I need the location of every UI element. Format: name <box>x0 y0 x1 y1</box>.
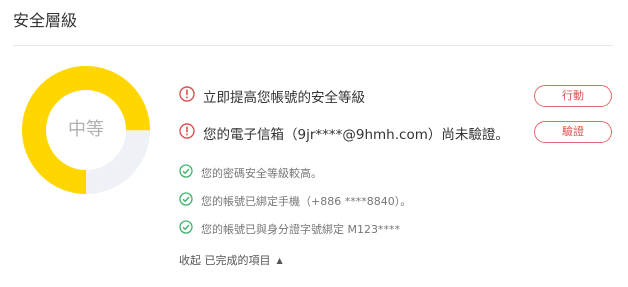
exclamation-circle-icon <box>179 86 195 106</box>
completed-text: 您的帳號已綁定手機（+886 ****8840）。 <box>201 194 412 208</box>
completed-row-phone: 您的帳號已綁定手機（+886 ****8840）。 <box>179 191 411 210</box>
check-circle-icon <box>179 163 193 182</box>
collapse-label: 收起 已完成的項目 <box>179 254 271 267</box>
completed-row-password: 您的密碼安全等級較高。 <box>179 163 322 182</box>
security-level-label: 中等 <box>68 119 104 140</box>
check-circle-icon <box>179 219 193 238</box>
divider <box>13 45 613 46</box>
check-circle-icon <box>179 191 193 210</box>
warning-row-email-unverified: 您的電子信箱（9jr****@9hmh.com）尚未驗證。 <box>179 123 509 143</box>
warning-text: 您的電子信箱（9jr****@9hmh.com）尚未驗證。 <box>203 127 509 143</box>
completed-row-id: 您的帳號已與身分證字號綁定 M123**** <box>179 219 400 238</box>
verify-button[interactable]: 驗證 <box>534 121 612 143</box>
warning-text: 立即提高您帳號的安全等級 <box>203 90 365 106</box>
completed-text: 您的密碼安全等級較高。 <box>201 166 322 180</box>
caret-up-icon: ▲ <box>276 255 283 265</box>
page-title: 安全層級 <box>13 11 78 30</box>
exclamation-circle-icon <box>179 123 195 143</box>
completed-text: 您的帳號已與身分證字號綁定 M123**** <box>201 222 400 236</box>
collapse-completed-toggle[interactable]: 收起 已完成的項目 ▲ <box>179 252 283 268</box>
action-button[interactable]: 行動 <box>534 85 612 107</box>
security-level-gauge: 中等 <box>22 66 150 194</box>
warning-row-improve-security: 立即提高您帳號的安全等級 <box>179 86 365 106</box>
